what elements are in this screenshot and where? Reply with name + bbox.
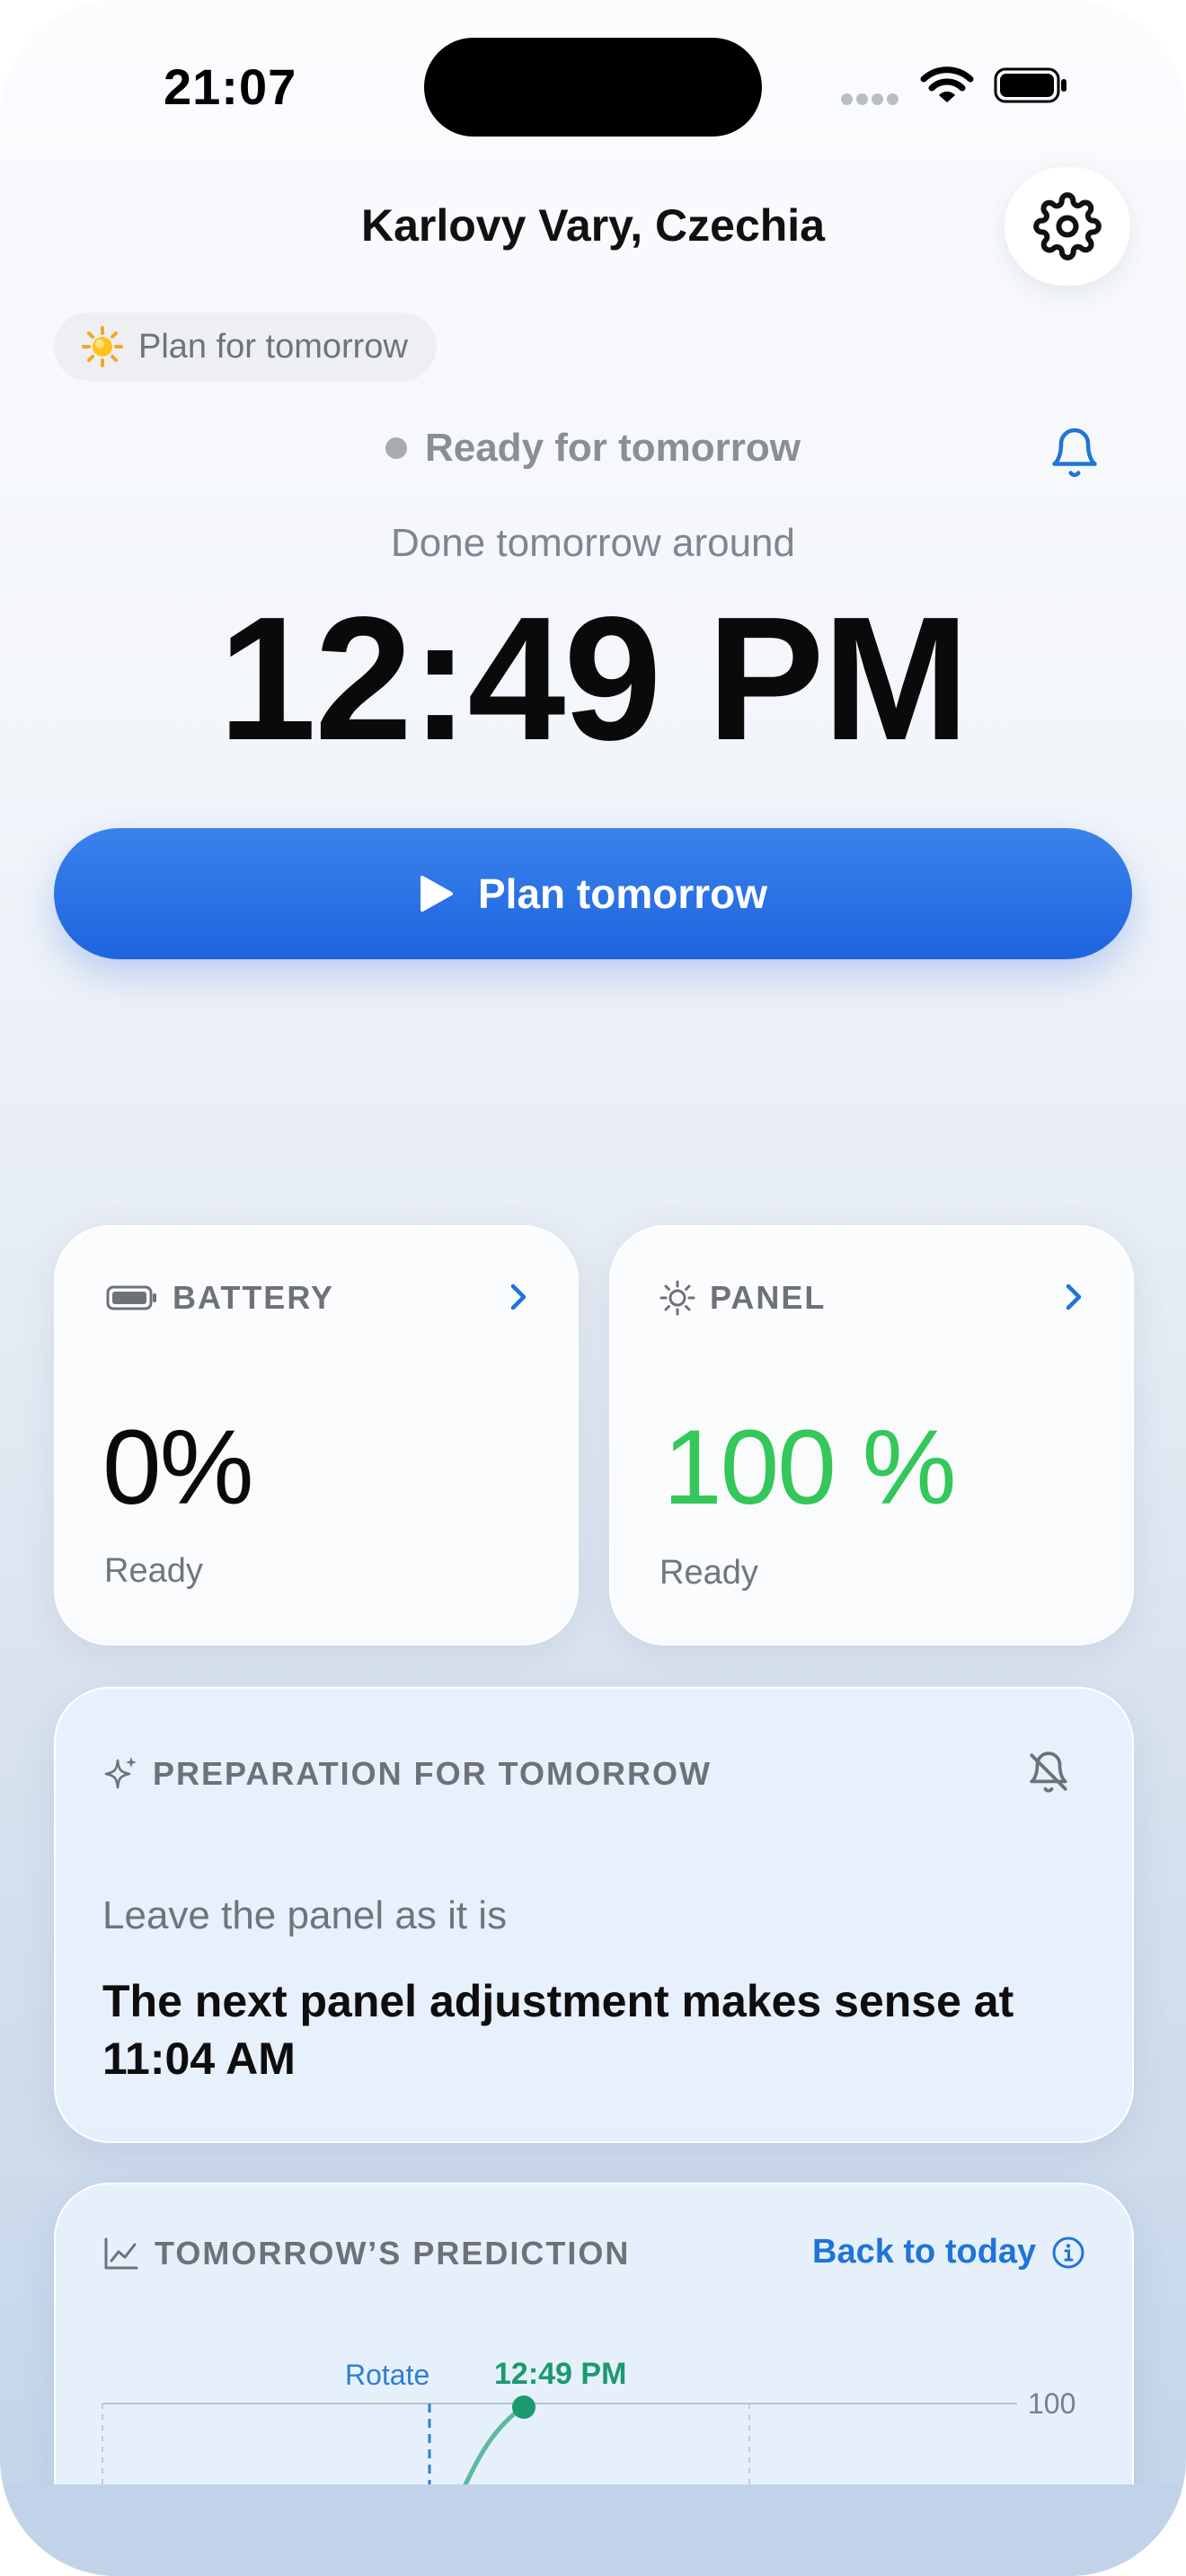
status-time: 21:07: [164, 58, 297, 115]
wifi-icon: [920, 65, 974, 110]
panel-card-header: PANEL: [659, 1279, 826, 1317]
mode-chip-label: Plan for tomorrow: [138, 327, 408, 366]
y-max-label: 100: [1028, 2387, 1076, 2420]
chart-line-icon: [104, 2237, 138, 2270]
back-to-today-label: Back to today: [812, 2233, 1037, 2271]
status-dot: [385, 437, 407, 459]
info-icon: [1052, 2236, 1084, 2268]
preparation-card-header: PREPARATION FOR TOMORROW: [102, 1755, 712, 1793]
battery-status: Ready: [104, 1552, 203, 1590]
battery-value: 0%: [102, 1408, 254, 1527]
status-text: Ready for tomorrow: [424, 426, 801, 470]
battery-card-header: BATTERY: [106, 1279, 334, 1317]
mode-chip[interactable]: Plan for tomorrow: [54, 313, 437, 381]
chevron-right-icon[interactable]: [1060, 1279, 1087, 1315]
prediction-card-title: TOMORROW’S PREDICTION: [155, 2235, 631, 2272]
sparkles-icon: [104, 1757, 137, 1789]
sun-icon: [82, 326, 123, 367]
battery-card[interactable]: BATTERY 0% Ready: [54, 1225, 579, 1645]
phone-screen: 21:07 Karlovy Vary, Czechia Plan for tom…: [0, 0, 1186, 2576]
back-to-today-link[interactable]: Back to today: [812, 2233, 1086, 2272]
gear-icon: [1033, 192, 1102, 260]
play-icon: [420, 876, 453, 912]
plan-tomorrow-label: Plan tomorrow: [477, 870, 768, 917]
battery-status-icon: [994, 66, 1069, 104]
peak-time-label: 12:49 PM: [494, 2357, 627, 2391]
cellular-signal-icon: [841, 93, 902, 110]
done-label: Done tomorrow around: [390, 521, 795, 565]
brightness-icon: [659, 1280, 695, 1316]
status-row: Ready for tomorrow: [0, 426, 1186, 471]
panel-card-title: PANEL: [710, 1279, 827, 1316]
preparation-subtitle: Leave the panel as it is: [102, 1893, 508, 1937]
prediction-card-header: TOMORROW’S PREDICTION: [102, 2235, 630, 2272]
done-time: 12:49 PM: [218, 580, 969, 777]
panel-value: 100 %: [663, 1408, 957, 1527]
plan-tomorrow-button[interactable]: Plan tomorrow: [54, 828, 1132, 959]
panel-card[interactable]: PANEL 100 % Ready: [609, 1225, 1134, 1645]
battery-icon: [106, 1285, 156, 1310]
preparation-message: The next panel adjustment makes sense at…: [102, 1976, 1014, 2084]
notification-button[interactable]: [1048, 426, 1102, 484]
prediction-curve: [463, 2404, 526, 2484]
battery-card-title: BATTERY: [173, 1279, 334, 1316]
chevron-right-icon[interactable]: [505, 1279, 532, 1315]
settings-button[interactable]: [1005, 167, 1130, 286]
preparation-card-title: PREPARATION FOR TOMORROW: [153, 1755, 712, 1792]
rotate-label: Rotate: [345, 2359, 430, 2391]
bell-slash-icon[interactable]: [1026, 1750, 1071, 1795]
peak-point: [512, 2395, 535, 2419]
bell-icon: [1052, 428, 1097, 478]
bottom-band: [0, 2484, 1186, 2576]
dynamic-island: [424, 38, 762, 137]
panel-status: Ready: [659, 1554, 758, 1592]
